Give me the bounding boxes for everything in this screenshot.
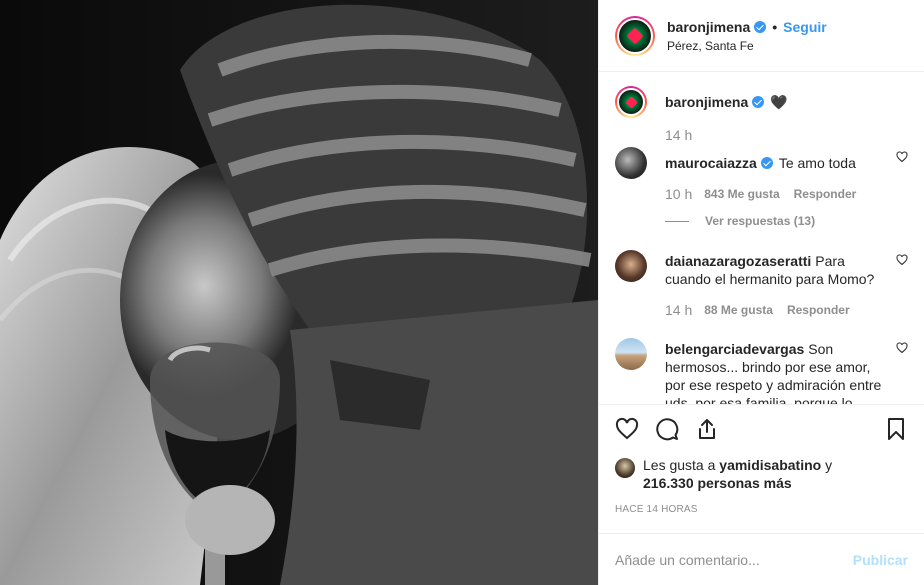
commenter-username[interactable]: maurocaiazza (665, 155, 757, 171)
comment-time[interactable]: 14 h (665, 302, 692, 318)
replies-divider (665, 220, 689, 222)
comment-item: belengarciadevargas Son hermosos... brind… (615, 338, 908, 404)
publish-button[interactable]: Publicar (853, 552, 908, 568)
comment-text: Te amo toda (778, 155, 856, 171)
comment-like-heart-icon[interactable] (896, 151, 908, 163)
comment-icon (656, 418, 679, 441)
verified-icon (752, 96, 765, 108)
commenter-avatar[interactable] (615, 250, 647, 282)
caption: baronjimena 🖤 14 h (615, 86, 908, 143)
caption-avatar[interactable] (615, 86, 647, 118)
commenter-avatar[interactable] (615, 147, 647, 179)
share-button[interactable] (695, 417, 719, 444)
liker-username[interactable]: yamidisabatino (719, 457, 821, 473)
view-replies-label: Ver respuestas (13) (705, 214, 816, 228)
commenter-avatar[interactable] (615, 338, 647, 370)
likes-prefix: Les gusta a (643, 457, 716, 473)
view-replies-button[interactable]: Ver respuestas (13) (665, 214, 908, 228)
caption-time[interactable]: 14 h (665, 127, 692, 143)
commenter-username[interactable]: daianazaragozaseratti (665, 253, 811, 269)
author-username[interactable]: baronjimena (667, 19, 750, 35)
separator-dot: • (772, 18, 778, 35)
reply-button[interactable]: Responder (794, 187, 857, 201)
post-timestamp[interactable]: HACE 14 HORAS (599, 504, 924, 515)
verified-icon (754, 20, 767, 33)
comment-likes[interactable]: 843 Me gusta (704, 187, 779, 201)
like-button[interactable] (615, 417, 639, 444)
comments-list: baronjimena 🖤 14 h maurocaiazza Te amo tod… (599, 72, 924, 404)
caption-username[interactable]: baronjimena (665, 94, 748, 110)
comment-likes[interactable]: 88 Me gusta (704, 303, 773, 317)
author-avatar[interactable] (615, 15, 655, 56)
save-button[interactable] (884, 417, 908, 444)
share-icon (699, 419, 715, 439)
verified-icon (760, 157, 773, 169)
comment-button[interactable] (655, 417, 679, 444)
likes-count[interactable]: 216.330 personas más (643, 475, 792, 491)
post-modal: baronjimena • Seguir Pérez, Santa Fe bar… (0, 0, 924, 585)
caption-emoji: 🖤 (770, 94, 788, 110)
photo-image (0, 0, 598, 585)
comment-like-heart-icon[interactable] (896, 342, 908, 354)
reply-button[interactable]: Responder (787, 303, 850, 317)
comment-input[interactable] (615, 551, 853, 568)
comment-like-heart-icon[interactable] (896, 254, 908, 266)
post-location[interactable]: Pérez, Santa Fe (667, 39, 827, 53)
likes-summary: Les gusta a yamidisabatino y 216.330 per… (599, 456, 924, 492)
follow-button[interactable]: Seguir (783, 19, 827, 35)
commenter-username[interactable]: belengarciadevargas (665, 341, 804, 357)
heart-icon (615, 417, 639, 440)
post-details-panel: baronjimena • Seguir Pérez, Santa Fe bar… (598, 0, 924, 585)
add-comment-bar: Publicar (599, 533, 924, 585)
comment-time[interactable]: 10 h (665, 186, 692, 202)
likes-conj: y (825, 457, 833, 473)
liker-avatar[interactable] (615, 458, 635, 478)
comment-item: maurocaiazza Te amo toda 10 h 843 Me gust… (615, 147, 908, 202)
comment-item: daianazaragozaseratti Para cuando el herm… (615, 250, 908, 318)
post-photo[interactable] (0, 0, 598, 585)
post-header: baronjimena • Seguir Pérez, Santa Fe (599, 0, 924, 72)
bookmark-icon (888, 418, 904, 440)
post-actions-bar (599, 404, 924, 456)
